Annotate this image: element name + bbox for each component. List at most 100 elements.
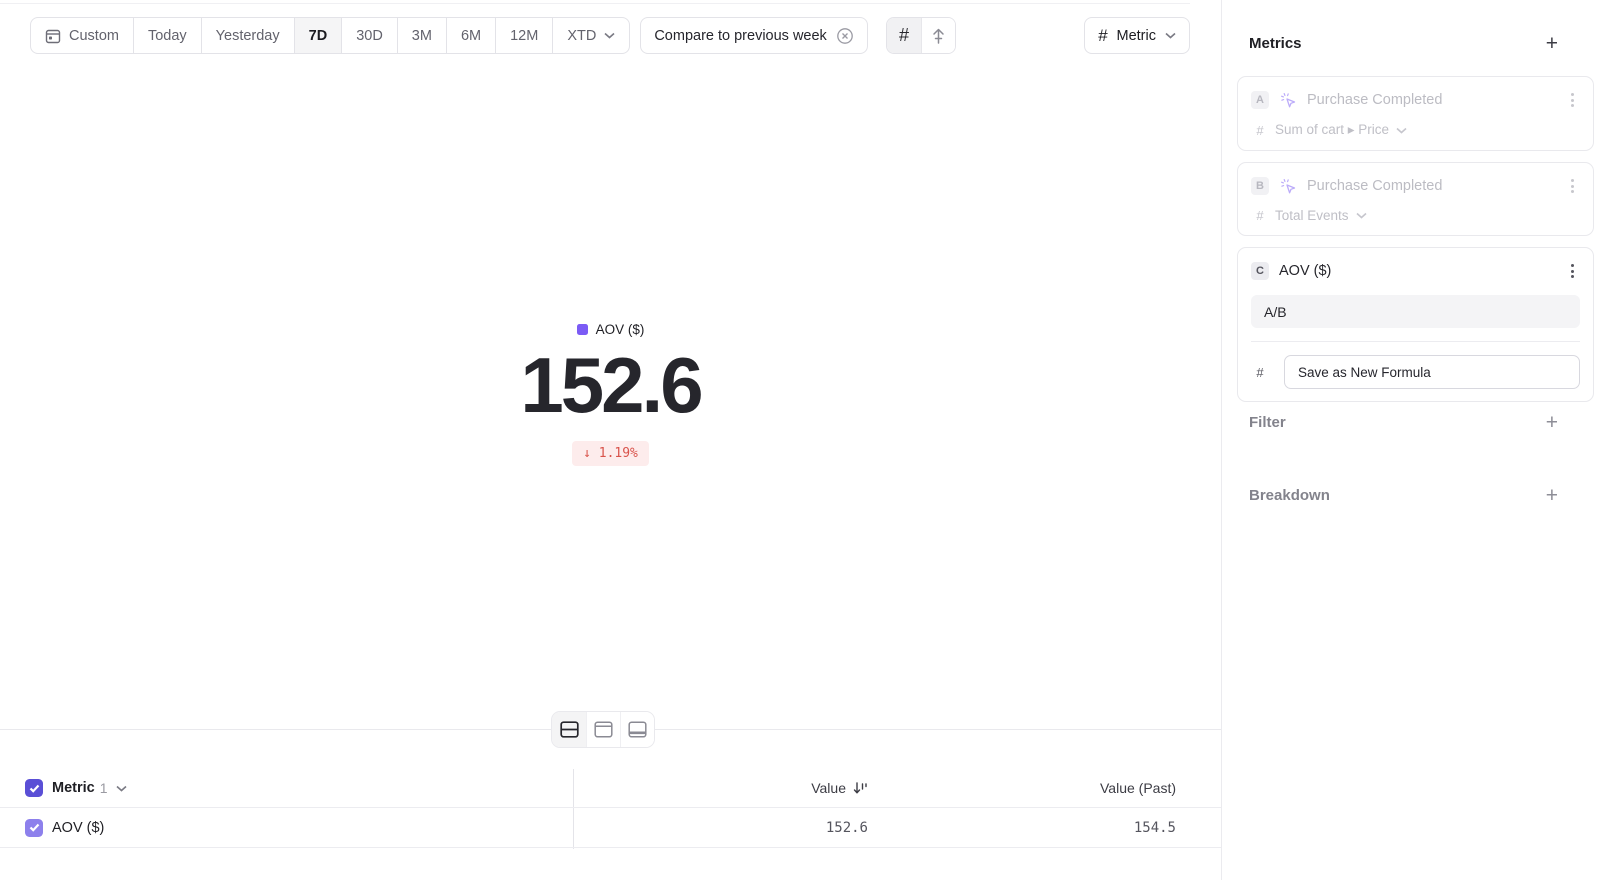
metric-card-b[interactable]: B Purchase Completed # Total Events	[1237, 162, 1594, 236]
value-column-header[interactable]: Value	[811, 780, 868, 796]
metric-card-a[interactable]: A Purchase Completed # Sum of cart ▸ Pri…	[1237, 76, 1594, 151]
row-checkbox[interactable]	[25, 819, 43, 837]
chevron-down-icon	[1165, 32, 1176, 39]
date-range-6m[interactable]: 6M	[446, 17, 496, 54]
metric-aggregation-row[interactable]: # Total Events	[1251, 208, 1580, 223]
add-filter-button[interactable]: +	[1546, 412, 1558, 433]
metric-card-header: A Purchase Completed	[1251, 89, 1580, 111]
more-options-icon[interactable]	[1565, 260, 1580, 282]
date-range-label: Today	[148, 28, 187, 44]
event-cursor-icon	[1280, 92, 1297, 109]
filter-section: Filter +	[1249, 412, 1550, 433]
formula-input[interactable]: A/B	[1251, 295, 1580, 328]
filter-title: Filter	[1249, 414, 1286, 431]
save-formula-button[interactable]: Save as New Formula	[1284, 355, 1580, 389]
metric-count: 1	[100, 780, 108, 796]
compare-chip[interactable]: Compare to previous week	[640, 17, 867, 54]
hash-icon: #	[1251, 123, 1269, 138]
metric-card-header: B Purchase Completed	[1251, 175, 1580, 197]
split-view-button[interactable]	[552, 712, 586, 747]
chevron-down-icon	[1356, 212, 1367, 219]
aggregation-label: Sum of cart ▸ Price	[1275, 122, 1389, 138]
calendar-icon	[45, 28, 61, 44]
date-range-label: 12M	[510, 28, 538, 44]
date-range-30d[interactable]: 30D	[341, 17, 398, 54]
metric-dropdown-label: Metric	[1117, 28, 1156, 44]
date-range-3m[interactable]: 3M	[397, 17, 447, 54]
value-header-label: Value	[811, 780, 846, 796]
sort-descending-icon	[853, 781, 868, 795]
trend-view-toggle[interactable]	[921, 18, 955, 53]
legend-label: AOV ($)	[596, 322, 645, 337]
visualization-toggle: #	[886, 17, 956, 54]
date-range-label: 7D	[309, 28, 328, 44]
date-range-label: Yesterday	[216, 28, 280, 44]
metrics-title: Metrics	[1249, 35, 1302, 52]
date-range-group: Custom Today Yesterday 7D 30D 3M 6M 12M …	[30, 17, 630, 54]
results-table: Metric 1 Value Value (Past) AOV ($) 152.…	[0, 769, 1221, 848]
metric-badge: B	[1251, 177, 1269, 195]
event-cursor-icon	[1280, 178, 1297, 195]
table-header-row: Metric 1 Value Value (Past)	[0, 769, 1221, 808]
metric-badge: C	[1251, 262, 1269, 280]
date-range-label: 3M	[412, 28, 432, 44]
table-row[interactable]: AOV ($) 152.6 154.5	[0, 808, 1221, 848]
metric-dropdown-button[interactable]: # Metric	[1084, 17, 1190, 54]
formula-actions-row: # Save as New Formula	[1251, 341, 1580, 389]
remove-compare-icon[interactable]	[836, 27, 854, 45]
metric-event-name: Purchase Completed	[1307, 178, 1442, 194]
add-metric-button[interactable]: +	[1546, 33, 1558, 54]
breakdown-title: Breakdown	[1249, 487, 1330, 504]
metric-aggregation-row[interactable]: # Sum of cart ▸ Price	[1251, 122, 1580, 138]
hash-icon: #	[899, 25, 909, 46]
add-breakdown-button[interactable]: +	[1546, 485, 1558, 506]
top-divider	[0, 3, 1190, 4]
aggregation-label: Total Events	[1275, 208, 1349, 223]
chart-view-button[interactable]	[586, 712, 620, 747]
value-past-column-header[interactable]: Value (Past)	[1100, 780, 1176, 796]
more-options-icon[interactable]	[1565, 175, 1580, 197]
table-view-icon	[628, 721, 647, 738]
table-view-button[interactable]	[620, 712, 654, 747]
legend-color-swatch	[577, 324, 588, 335]
chevron-down-icon	[604, 32, 615, 39]
compare-chip-label: Compare to previous week	[654, 28, 826, 44]
metric-cards: A Purchase Completed # Sum of cart ▸ Pri…	[1237, 76, 1594, 413]
metric-card-c[interactable]: C AOV ($) A/B # Save as New Formula	[1237, 247, 1594, 402]
hash-icon: #	[1098, 26, 1107, 46]
date-range-12m[interactable]: 12M	[495, 17, 553, 54]
kpi-legend: AOV ($)	[577, 322, 645, 337]
toolbar: Custom Today Yesterday 7D 30D 3M 6M 12M …	[30, 17, 1190, 54]
breakdown-section: Breakdown +	[1249, 485, 1550, 506]
date-range-label: XTD	[567, 28, 596, 44]
more-options-icon[interactable]	[1565, 89, 1580, 111]
row-value: 152.6	[826, 820, 868, 836]
chart-view-icon	[594, 721, 613, 738]
hash-icon: #	[1251, 365, 1269, 380]
date-range-custom[interactable]: Custom	[30, 17, 134, 54]
date-range-label: Custom	[69, 28, 119, 44]
date-range-xtd[interactable]: XTD	[552, 17, 630, 54]
chevron-down-icon[interactable]	[116, 785, 127, 792]
query-builder-sidebar: Metrics + A Purchase Completed # Sum of …	[1221, 0, 1600, 880]
kpi-display: AOV ($) 152.6 ↓ 1.19%	[0, 322, 1221, 466]
kpi-change-badge: ↓ 1.19%	[572, 441, 649, 466]
date-range-today[interactable]: Today	[133, 17, 202, 54]
check-icon	[29, 823, 40, 832]
date-range-yesterday[interactable]: Yesterday	[201, 17, 295, 54]
split-view-icon	[560, 721, 579, 738]
date-range-label: 6M	[461, 28, 481, 44]
date-range-7d[interactable]: 7D	[294, 17, 343, 54]
hash-icon: #	[1251, 208, 1269, 223]
select-all-checkbox[interactable]	[25, 779, 43, 797]
row-metric-name: AOV ($)	[52, 820, 104, 836]
panel-layout-toggle	[551, 711, 655, 748]
metric-badge: A	[1251, 91, 1269, 109]
arrow-up-icon	[930, 27, 947, 45]
metric-card-header: C AOV ($)	[1251, 260, 1580, 282]
kpi-value: 152.6	[0, 345, 1221, 427]
metric-view-toggle[interactable]: #	[887, 18, 921, 53]
metric-event-name: Purchase Completed	[1307, 92, 1442, 108]
chevron-down-icon	[1396, 127, 1407, 134]
report-main-panel: Custom Today Yesterday 7D 30D 3M 6M 12M …	[0, 0, 1221, 880]
